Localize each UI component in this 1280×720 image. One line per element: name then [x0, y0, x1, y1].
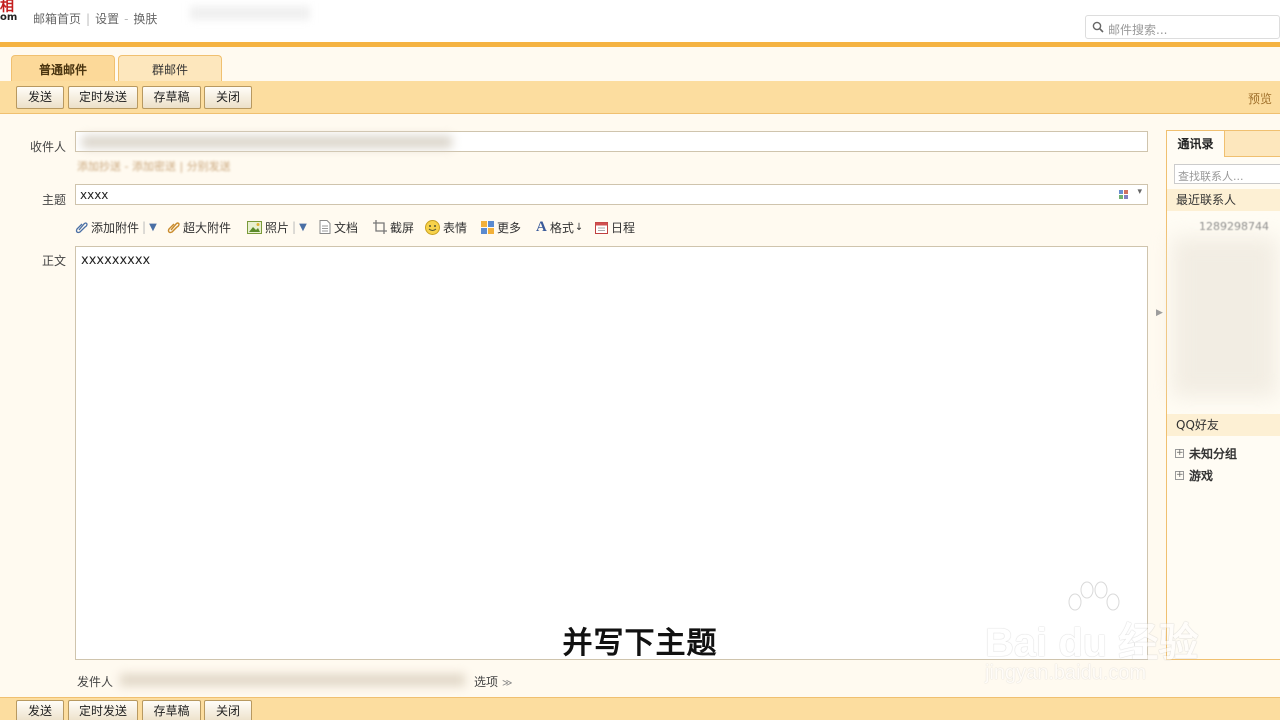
- expand-plus-icon: +: [1175, 470, 1184, 480]
- add-attachment-label: 添加附件: [91, 220, 140, 235]
- sender-label: 发件人: [77, 675, 114, 689]
- recipient-field[interactable]: [75, 131, 1148, 152]
- chevron-down-icon[interactable]: ▼: [299, 222, 307, 233]
- tab-address-book[interactable]: 通讯录: [1167, 131, 1225, 157]
- expand-plus-icon: +: [1175, 448, 1184, 458]
- document-icon: [319, 220, 331, 234]
- schedule-label: 日程: [611, 220, 636, 235]
- schedule-button[interactable]: 日程: [595, 218, 635, 236]
- add-attachment-button[interactable]: 添加附件 | ▼: [75, 218, 157, 236]
- emoji-button[interactable]: 表情: [425, 218, 467, 236]
- link-change-skin[interactable]: 换肤: [133, 12, 157, 26]
- cc-bcc-links[interactable]: 添加抄送 - 添加密送 | 分别发送: [77, 158, 231, 174]
- document-button[interactable]: 文档: [319, 218, 358, 236]
- font-format-icon: A: [536, 218, 547, 235]
- divider: |: [86, 12, 91, 26]
- subject-value: xxxx: [80, 188, 109, 202]
- emoji-icon: [425, 219, 440, 235]
- body-label: 正文: [41, 254, 66, 268]
- more-button[interactable]: 更多: [481, 218, 521, 236]
- link-mail-home[interactable]: 邮箱首页: [33, 12, 81, 26]
- mail-logo[interactable]: 相 om: [0, 0, 18, 28]
- blurred-contact-list: [1172, 237, 1277, 397]
- contact-search-placeholder: 查找联系人...: [1178, 170, 1244, 183]
- close-button[interactable]: 关闭: [204, 86, 252, 109]
- tab-normal-mail[interactable]: 普通邮件: [11, 55, 115, 83]
- recipient-label: 收件人: [29, 140, 66, 154]
- collapse-panel-icon[interactable]: ▶: [1156, 308, 1163, 318]
- recent-contact-item[interactable]: 1289298744: [1199, 220, 1269, 233]
- double-chevron-down-icon: ≫: [502, 678, 513, 689]
- blurred-sender-address: [120, 674, 465, 686]
- compose-toolbar-bottom: 发送 定时发送 存草稿 关闭: [0, 697, 1280, 720]
- compose-toolbar-top: 发送 定时发送 存草稿 关闭 预览: [0, 81, 1280, 114]
- large-attachment-label: 超大附件: [183, 220, 232, 235]
- photo-label: 照片: [265, 220, 290, 235]
- large-attachment-icon: [167, 221, 180, 233]
- more-label: 更多: [497, 220, 522, 235]
- body-text: xxxxxxxxx: [81, 253, 151, 268]
- watermark-main-text: Bai du 经验: [985, 621, 1199, 665]
- qq-friends-header: QQ好友: [1167, 414, 1280, 436]
- options-label: 选项: [474, 675, 499, 689]
- blurred-account-info: [190, 6, 310, 20]
- calendar-icon: [595, 221, 608, 234]
- photo-icon: [247, 220, 262, 234]
- stationery-icon[interactable]: [1119, 190, 1129, 200]
- arrow-down-icon: ↓: [574, 221, 584, 233]
- screenshot-label: 截屏: [390, 220, 415, 235]
- send-button-bottom[interactable]: 发送: [16, 700, 64, 720]
- large-attachment-button[interactable]: 超大附件: [167, 218, 231, 236]
- contacts-tabs: 通讯录: [1167, 131, 1280, 157]
- contact-search-input[interactable]: 查找联系人...: [1174, 164, 1280, 184]
- divider: |: [292, 220, 297, 234]
- baidu-jingyan-watermark: Bai du 经验 jingyan.baidu.com: [985, 580, 1245, 690]
- chevron-down-icon[interactable]: ▼: [149, 222, 157, 233]
- document-label: 文档: [334, 220, 359, 235]
- top-nav-links: 邮箱首页 | 设置 - 换肤: [33, 10, 157, 27]
- link-settings[interactable]: 设置: [95, 12, 119, 26]
- watermark-url: jingyan.baidu.com: [985, 662, 1147, 684]
- save-draft-button[interactable]: 存草稿: [142, 86, 201, 109]
- options-toggle[interactable]: 选项 ≫: [474, 673, 512, 690]
- subject-field[interactable]: xxxx ▾: [75, 184, 1148, 205]
- tab-group-mail[interactable]: 群邮件: [118, 55, 222, 83]
- divider: -: [124, 12, 129, 26]
- divider: |: [142, 220, 147, 234]
- group-unknown-label: 未知分组: [1189, 447, 1238, 461]
- group-games[interactable]: + 游戏: [1175, 467, 1213, 484]
- send-button[interactable]: 发送: [16, 86, 64, 109]
- preview-link[interactable]: 预览: [1248, 90, 1272, 107]
- grid-more-icon: [481, 220, 494, 234]
- scheduled-send-button-bottom[interactable]: 定时发送: [68, 700, 138, 720]
- scheduled-send-button[interactable]: 定时发送: [68, 86, 138, 109]
- format-label: 格式: [549, 220, 574, 235]
- top-header: 相 om 邮箱首页 | 设置 - 换肤 邮件搜索...: [0, 0, 1280, 44]
- close-button-bottom[interactable]: 关闭: [204, 700, 252, 720]
- photo-button[interactable]: 照片 | ▼: [247, 218, 307, 236]
- search-placeholder: 邮件搜索...: [1108, 23, 1168, 37]
- emoji-label: 表情: [443, 220, 468, 235]
- screenshot-button[interactable]: 截屏: [373, 218, 414, 236]
- group-unknown[interactable]: + 未知分组: [1175, 445, 1237, 462]
- search-icon: [1092, 21, 1104, 33]
- paperclip-icon: [75, 221, 88, 233]
- mail-search-input[interactable]: 邮件搜索...: [1085, 15, 1280, 39]
- logo-text-line2: om: [0, 12, 18, 23]
- blurred-recipient: [82, 136, 452, 148]
- recent-contacts-header: 最近联系人: [1167, 189, 1280, 211]
- chevron-down-icon[interactable]: ▾: [1137, 187, 1142, 197]
- subject-label: 主题: [41, 193, 66, 207]
- format-button[interactable]: A 格式 ↓: [536, 218, 583, 236]
- screenshot-icon: [373, 220, 387, 234]
- group-games-label: 游戏: [1189, 469, 1214, 483]
- save-draft-button-bottom[interactable]: 存草稿: [142, 700, 201, 720]
